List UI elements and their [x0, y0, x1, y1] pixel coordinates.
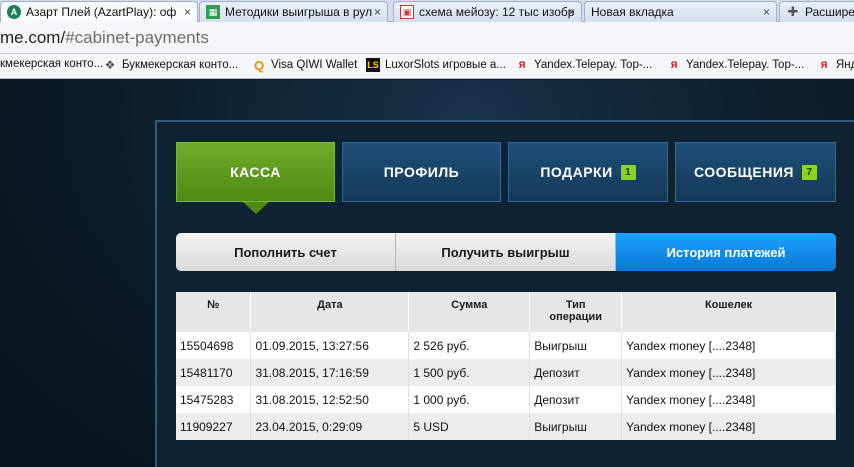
tab-profile[interactable]: ПРОФИЛЬ: [342, 142, 501, 202]
bookmark-label: Букмекерская конто...: [122, 59, 239, 71]
column-header-number: №: [176, 292, 252, 332]
cell-type: Депозит: [529, 359, 623, 386]
bookmark-icon: ❖: [104, 58, 116, 72]
cell-number: 15475283: [176, 386, 252, 413]
bookmark-item[interactable]: кмекерская конто...: [0, 58, 103, 70]
column-header-wallet: Кошелек: [621, 292, 836, 332]
close-icon[interactable]: ×: [374, 5, 381, 19]
browser-tab-methods[interactable]: ▦ Методики выигрыша в рул ×: [199, 1, 388, 22]
yandex-icon: Я: [518, 60, 526, 70]
column-header-type: Тип операции: [529, 292, 623, 332]
subtab-payment-history[interactable]: История платежей: [616, 233, 836, 271]
cell-wallet: Yandex money [....2348]: [621, 359, 836, 386]
qiwi-icon: Q: [253, 57, 265, 73]
bookmark-label: Yandex.Telepay. Top-...: [534, 59, 653, 71]
browser-tab-label: Расширени: [805, 5, 854, 19]
bookmark-label: LuxorSlots игровые а...: [385, 59, 506, 71]
browser-tab-label: Азарт Плей (AzartPlay): оф: [26, 5, 177, 19]
cell-wallet: Yandex money [....2348]: [621, 332, 836, 359]
browser-tab-extensions[interactable]: ✚ Расширени: [779, 1, 854, 22]
table-row: 15504698 01.09.2015, 13:27:56 2 526 руб.…: [176, 332, 836, 359]
cashier-subnav: Пополнить счет Получить выигрыш История …: [176, 233, 836, 271]
tab-cashier[interactable]: КАССА: [176, 142, 335, 202]
puzzle-icon: ✚: [787, 4, 799, 19]
tab-gifts[interactable]: ПОДАРКИ 1: [508, 142, 668, 202]
bookmark-item[interactable]: Я Yandex.Telepay. Top-...: [515, 58, 653, 72]
bookmark-item[interactable]: Я Янд: [817, 58, 854, 72]
browser-tab-strip: A Азарт Плей (AzartPlay): оф × ▦ Методик…: [0, 0, 854, 22]
sheets-icon: ▦: [206, 5, 220, 19]
cell-wallet: Yandex money [....2348]: [621, 413, 836, 440]
url-domain: me.com/: [0, 28, 66, 47]
subtab-withdraw[interactable]: Получить выигрыш: [396, 233, 616, 271]
url-text[interactable]: me.com/#cabinet-payments: [0, 28, 209, 48]
table-row: 15475283 31.08.2015, 12:52:50 1 000 руб.…: [176, 386, 836, 413]
browser-tab-label: Методики выигрыша в рул: [225, 5, 373, 19]
browser-tab-new[interactable]: Новая вкладка ×: [584, 1, 777, 22]
bookmarks-bar: кмекерская конто... ❖ Букмекерская конто…: [0, 54, 854, 79]
cell-number: 11909227: [176, 413, 252, 440]
payments-table: № Дата Сумма Тип операции Кошелек 155046…: [176, 292, 836, 440]
browser-tab-label: Новая вкладка: [591, 5, 674, 19]
messages-count-badge: 7: [801, 164, 817, 180]
column-header-date: Дата: [250, 292, 410, 332]
bookmark-label: Янд: [836, 59, 854, 71]
subtab-label: Пополнить счет: [234, 244, 337, 260]
bookmark-item[interactable]: Q Visa QIWI Wallet: [252, 57, 358, 73]
subtab-deposit[interactable]: Пополнить счет: [176, 233, 396, 271]
cell-date: 31.08.2015, 12:52:50: [250, 386, 410, 413]
table-row: 11909227 23.04.2015, 0:29:09 5 USD Выигр…: [176, 413, 836, 440]
cell-wallet: Yandex money [....2348]: [621, 386, 836, 413]
tab-label: КАССА: [230, 164, 281, 180]
table-header-row: № Дата Сумма Тип операции Кошелек: [176, 292, 836, 332]
yandex-icon: Я: [670, 60, 678, 70]
url-path: #cabinet-payments: [65, 28, 209, 47]
subtab-label: Получить выигрыш: [441, 244, 570, 260]
cell-amount: 1 000 руб.: [408, 386, 531, 413]
cell-type: Выигрыш: [529, 413, 623, 440]
image-icon: ▣: [400, 5, 414, 19]
tab-label: СООБЩЕНИЯ: [694, 164, 794, 180]
cell-amount: 2 526 руб.: [408, 332, 531, 359]
bookmark-label: Yandex.Telepay. Top-...: [686, 59, 805, 71]
yandex-icon: Я: [820, 60, 828, 70]
cell-type: Депозит: [529, 386, 623, 413]
close-icon[interactable]: ×: [184, 5, 191, 19]
cell-number: 15481170: [176, 359, 252, 386]
bookmark-label: Visa QIWI Wallet: [271, 59, 358, 71]
address-bar[interactable]: me.com/#cabinet-payments: [0, 22, 854, 54]
tab-label: ПОДАРКИ: [540, 164, 613, 180]
gifts-count-badge: 1: [620, 164, 636, 180]
cabinet-nav: КАССА ПРОФИЛЬ ПОДАРКИ 1 СООБЩЕНИЯ 7: [176, 142, 836, 202]
cell-date: 23.04.2015, 0:29:09: [250, 413, 410, 440]
browser-tab-label: схема мейозу: 12 тыс изобр: [419, 5, 575, 19]
browser-tab-azartplay[interactable]: A Азарт Плей (AzartPlay): оф ×: [0, 1, 198, 22]
close-icon[interactable]: ×: [568, 5, 575, 19]
bookmark-item[interactable]: ❖ Букмекерская конто...: [103, 58, 239, 72]
ls-icon: LS: [366, 58, 380, 72]
close-icon[interactable]: ×: [763, 5, 770, 19]
cell-amount: 5 USD: [408, 413, 531, 440]
azartplay-icon: A: [7, 5, 21, 19]
bookmark-item[interactable]: LS LuxorSlots игровые а...: [366, 58, 506, 72]
cell-number: 15504698: [176, 332, 252, 359]
table-row: 15481170 31.08.2015, 17:16:59 1 500 руб.…: [176, 359, 836, 386]
cell-date: 01.09.2015, 13:27:56: [250, 332, 410, 359]
column-header-amount: Сумма: [408, 292, 531, 332]
cell-amount: 1 500 руб.: [408, 359, 531, 386]
tab-messages[interactable]: СООБЩЕНИЯ 7: [675, 142, 836, 202]
cell-type: Выигрыш: [529, 332, 623, 359]
bookmark-label: кмекерская конто...: [0, 58, 104, 70]
browser-tab-images[interactable]: ▣ схема мейозу: 12 тыс изобр ×: [393, 1, 582, 22]
subtab-label: История платежей: [666, 244, 786, 260]
cell-date: 31.08.2015, 17:16:59: [250, 359, 410, 386]
bookmark-item[interactable]: Я Yandex.Telepay. Top-...: [667, 58, 805, 72]
tab-label: ПРОФИЛЬ: [383, 164, 460, 180]
active-tab-pointer: [243, 202, 269, 214]
